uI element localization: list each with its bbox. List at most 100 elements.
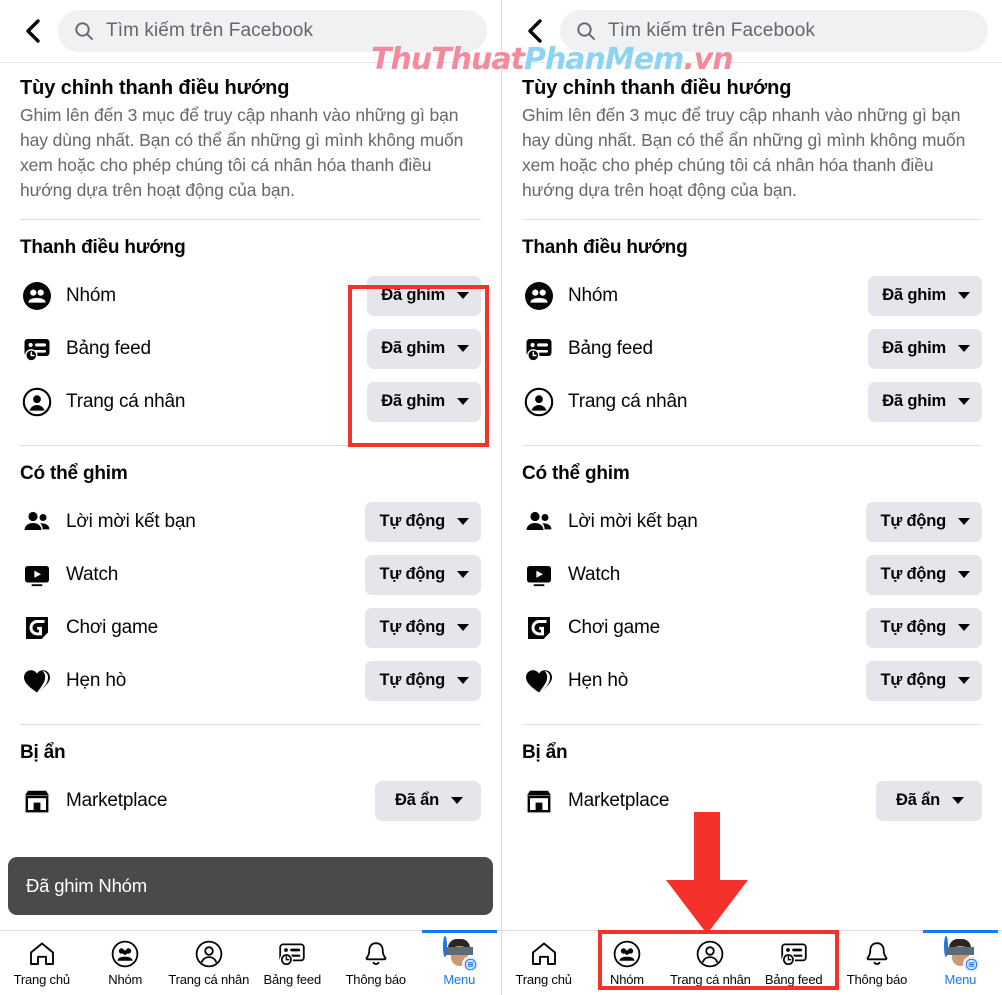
intro-block: Tùy chỉnh thanh điều hướng Ghim lên đến … xyxy=(20,63,481,202)
pin-state-label: Tự động xyxy=(379,618,445,637)
row-label: Hẹn hò xyxy=(66,669,127,691)
nav-label: Trang cá nhân xyxy=(669,972,751,987)
bell-icon xyxy=(862,937,892,971)
back-button[interactable] xyxy=(16,14,50,48)
table-row[interactable]: Marketplace Đã ẩn xyxy=(522,774,982,827)
chevron-down-icon xyxy=(958,345,970,353)
pin-state-dropdown[interactable]: Đã ghim xyxy=(868,275,982,316)
nav-item-menu[interactable]: Menu xyxy=(418,930,502,995)
back-button[interactable] xyxy=(518,14,552,48)
nav-item-feeds[interactable]: Bảng feed xyxy=(752,931,835,995)
pin-state-dropdown[interactable]: Tự động xyxy=(365,607,481,648)
hidden-state-dropdown[interactable]: Đã ẩn xyxy=(375,780,481,821)
pin-state-dropdown[interactable]: Đã ghim xyxy=(367,328,481,369)
chevron-down-icon xyxy=(457,518,469,526)
table-row[interactable]: Hẹn hò Tự động xyxy=(20,654,481,707)
row-label: Trang cá nhân xyxy=(66,390,186,412)
pin-state-dropdown[interactable]: Tự động xyxy=(365,660,481,701)
row-label: Trang cá nhân xyxy=(568,390,688,412)
groups-icon xyxy=(20,279,53,312)
pin-state-dropdown[interactable]: Tự động xyxy=(365,554,481,595)
search-input[interactable]: Tìm kiếm trên Facebook xyxy=(560,10,988,52)
chevron-down-icon xyxy=(450,797,463,805)
pin-state-label: Đã ghim xyxy=(381,392,445,411)
nav-item-menu[interactable]: Menu xyxy=(919,930,1002,995)
row-label: Chơi game xyxy=(568,616,660,638)
pin-state-label: Tự động xyxy=(880,565,946,584)
nav-label: Menu xyxy=(944,972,977,987)
row-label: Bảng feed xyxy=(568,337,653,359)
nav-item-notifications[interactable]: Thông báo xyxy=(835,931,918,995)
nav-item-profile[interactable]: Trang cá nhân xyxy=(167,931,251,995)
avatar-menu-icon xyxy=(443,936,480,973)
avatar xyxy=(443,936,480,973)
table-row[interactable]: Chơi game Tự động xyxy=(522,601,982,654)
table-row[interactable]: Nhóm Đã ghim xyxy=(20,269,481,322)
pin-state-label: Đã ghim xyxy=(882,286,946,305)
row-label: Marketplace xyxy=(568,789,670,811)
nav-item-feeds[interactable]: Bảng feed xyxy=(251,931,335,995)
row-left: Chơi game xyxy=(522,611,660,644)
table-row[interactable]: Marketplace Đã ẩn xyxy=(20,774,481,827)
table-row[interactable]: Trang cá nhân Đã ghim xyxy=(20,375,481,428)
table-row[interactable]: Watch Tự động xyxy=(20,548,481,601)
groups-icon xyxy=(522,279,555,312)
search-placeholder-text: Tìm kiếm trên Facebook xyxy=(608,20,816,41)
chevron-down-icon xyxy=(951,797,964,805)
bottom-nav-bar: Trang chủ Nhóm Trang cá nhân Bảng feed T… xyxy=(502,930,1002,995)
nav-item-groups[interactable]: Nhóm xyxy=(585,931,668,995)
gaming-icon xyxy=(20,611,53,644)
pin-state-label: Đã ghim xyxy=(381,339,445,358)
pin-state-dropdown[interactable]: Tự động xyxy=(866,607,982,648)
feeds-outline-icon xyxy=(277,937,307,971)
pin-state-dropdown[interactable]: Tự động xyxy=(866,660,982,701)
nav-item-home[interactable]: Trang chủ xyxy=(502,931,585,995)
table-row[interactable]: Bảng feed Đã ghim xyxy=(20,322,481,375)
search-placeholder-text: Tìm kiếm trên Facebook xyxy=(106,20,314,41)
nav-item-notifications[interactable]: Thông báo xyxy=(334,931,418,995)
right-panel: Tìm kiếm trên Facebook Tùy chỉnh thanh đ… xyxy=(501,0,1002,995)
table-row[interactable]: Chơi game Tự động xyxy=(20,601,481,654)
table-row[interactable]: Bảng feed Đã ghim xyxy=(522,322,982,375)
pin-state-dropdown[interactable]: Tự động xyxy=(866,554,982,595)
nav-label: Trang chủ xyxy=(515,972,572,987)
table-row[interactable]: Lời mời kết bạn Tự động xyxy=(522,495,982,548)
section-title-hidden: Bị ẩn xyxy=(20,742,66,764)
table-row[interactable]: Trang cá nhân Đã ghim xyxy=(522,375,982,428)
pin-state-dropdown[interactable]: Đã ghim xyxy=(367,381,481,422)
nav-item-profile[interactable]: Trang cá nhân xyxy=(669,931,752,995)
nav-label: Bảng feed xyxy=(764,972,823,987)
row-left: Marketplace xyxy=(522,784,669,817)
pin-state-dropdown[interactable]: Tự động xyxy=(866,501,982,542)
hamburger-badge-icon xyxy=(462,956,480,973)
pin-state-dropdown[interactable]: Đã ghim xyxy=(367,275,481,316)
pin-state-label: Tự động xyxy=(379,565,445,584)
row-left: Hẹn hò xyxy=(20,664,126,697)
pin-state-dropdown[interactable]: Đã ghim xyxy=(868,328,982,369)
pin-state-label: Tự động xyxy=(880,618,946,637)
row-label: Lời mời kết bạn xyxy=(66,510,196,532)
table-row[interactable]: Nhóm Đã ghim xyxy=(522,269,982,322)
chevron-down-icon xyxy=(457,292,469,300)
table-row[interactable]: Hẹn hò Tự động xyxy=(522,654,982,707)
home-icon xyxy=(27,937,57,971)
table-row[interactable]: Watch Tự động xyxy=(522,548,982,601)
hidden-state-dropdown[interactable]: Đã ẩn xyxy=(876,780,982,821)
marketplace-icon xyxy=(20,784,53,817)
pin-state-dropdown[interactable]: Tự động xyxy=(365,501,481,542)
groups-outline-icon xyxy=(110,937,140,971)
dating-icon xyxy=(20,664,53,697)
pin-state-label: Đã ghim xyxy=(882,392,946,411)
nav-item-groups[interactable]: Nhóm xyxy=(84,931,168,995)
search-input[interactable]: Tìm kiếm trên Facebook xyxy=(58,10,487,52)
chevron-down-icon xyxy=(958,571,970,579)
chevron-down-icon xyxy=(958,518,970,526)
row-label: Watch xyxy=(66,563,119,585)
row-left: Marketplace xyxy=(20,784,167,817)
pin-state-label: Tự động xyxy=(379,512,445,531)
table-row[interactable]: Lời mời kết bạn Tự động xyxy=(20,495,481,548)
row-left: Trang cá nhân xyxy=(20,385,185,418)
pin-state-dropdown[interactable]: Đã ghim xyxy=(868,381,982,422)
nav-item-home[interactable]: Trang chủ xyxy=(0,931,84,995)
section-title-pinnable: Có thể ghim xyxy=(522,463,630,485)
